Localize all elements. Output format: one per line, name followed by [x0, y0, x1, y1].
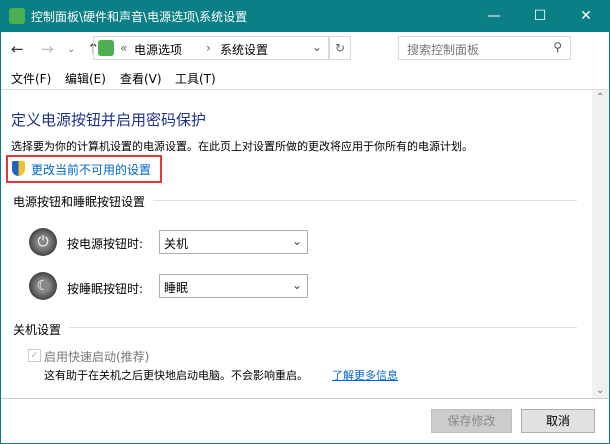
- breadcrumb-system-settings[interactable]: 系统设置: [220, 41, 268, 58]
- chevron-down-icon: ⌄: [291, 278, 302, 292]
- minimize-button[interactable]: —: [471, 0, 517, 32]
- back-button[interactable]: ←: [11, 40, 24, 58]
- search-input[interactable]: 搜索控制面板 ⚲: [398, 36, 571, 60]
- chevron-icon: «: [120, 41, 128, 55]
- power-button-icon: ⏻: [29, 228, 57, 256]
- sleep-button-label: 按睡眠按钮时:: [67, 282, 144, 296]
- recent-dropdown[interactable]: ⌄: [67, 44, 75, 55]
- page-description: 选择要为你的计算机设置的电源设置。在此页上对设置所做的更改将应用于你所有的电源计…: [11, 140, 473, 153]
- scrollbar[interactable]: ⌃ ⌄: [592, 90, 609, 398]
- cancel-button[interactable]: 取消: [521, 409, 595, 433]
- sleep-button-value: 睡眠: [164, 281, 189, 295]
- power-button-value: 关机: [164, 237, 189, 251]
- scroll-down-icon[interactable]: ⌄: [596, 385, 604, 396]
- menu-tools[interactable]: 工具(T): [175, 70, 216, 87]
- refresh-button[interactable]: ↻: [329, 36, 351, 60]
- sleep-button-select[interactable]: 睡眠 ⌄: [159, 274, 308, 298]
- menu-edit[interactable]: 编辑(E): [65, 70, 106, 87]
- chevron-down-icon[interactable]: ⌄: [312, 40, 322, 54]
- change-settings-link[interactable]: 更改当前不可用的设置: [31, 161, 151, 178]
- section-heading-buttons: 电源按钮和睡眠按钮设置: [13, 195, 146, 209]
- section-heading-shutdown: 关机设置: [13, 323, 62, 337]
- sleep-button-icon: ☾: [29, 272, 57, 300]
- save-button[interactable]: 保存修改: [431, 409, 512, 433]
- chevron-down-icon: ⌄: [291, 234, 302, 248]
- page-title: 定义电源按钮并启用密码保护: [11, 111, 207, 129]
- window: 控制面板\硬件和声音\电源选项\系统设置 — ☐ ✕ ← → ⌄ ↑ « 电源选…: [1, 0, 609, 443]
- shield-icon: [12, 161, 25, 176]
- divider: [1, 398, 609, 399]
- learn-more-link[interactable]: 了解更多信息: [332, 367, 398, 383]
- search-placeholder: 搜索控制面板: [407, 43, 480, 57]
- search-icon: ⚲: [553, 40, 562, 54]
- forward-button[interactable]: →: [41, 40, 54, 58]
- power-options-icon: [9, 8, 25, 24]
- scroll-up-icon[interactable]: ⌃: [596, 92, 604, 103]
- close-button[interactable]: ✕: [563, 0, 609, 32]
- power-options-icon: [98, 40, 114, 56]
- maximize-button[interactable]: ☐: [517, 0, 563, 32]
- address-bar[interactable]: « 电源选项 › 系统设置 ⌄: [93, 36, 329, 60]
- fast-startup-checkbox[interactable]: ✓: [28, 349, 41, 362]
- power-button-select[interactable]: 关机 ⌄: [159, 230, 308, 254]
- power-button-label: 按电源按钮时:: [67, 237, 144, 251]
- menu-file[interactable]: 文件(F): [11, 70, 51, 87]
- breadcrumb-power-options[interactable]: 电源选项: [134, 41, 182, 58]
- fast-startup-label: 启用快速启动(推荐): [44, 350, 150, 364]
- fast-startup-description: 这有助于在关机之后更快地启动电脑。不会影响重启。: [44, 369, 308, 382]
- divider: [153, 200, 577, 201]
- divider: [69, 327, 577, 328]
- menu-view[interactable]: 查看(V): [120, 70, 162, 87]
- divider: [1, 89, 609, 90]
- window-title: 控制面板\硬件和声音\电源选项\系统设置: [31, 10, 248, 24]
- breadcrumb-separator: ›: [206, 41, 211, 55]
- title-bar: 控制面板\硬件和声音\电源选项\系统设置 — ☐ ✕: [1, 0, 609, 32]
